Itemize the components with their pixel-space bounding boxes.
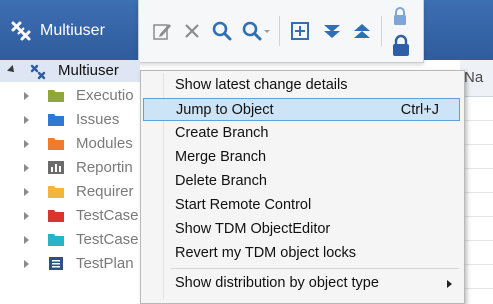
- menu-item-revert-my-tdm-object-locks[interactable]: Revert my TDM object locks: [143, 242, 460, 265]
- folder-icon: [48, 186, 64, 198]
- expand-arrow-icon[interactable]: [24, 188, 29, 196]
- tree-node-label: Reportin: [76, 159, 133, 176]
- tree-node[interactable]: Reportin: [0, 156, 140, 180]
- search-dropdown-icon[interactable]: [241, 20, 271, 42]
- tree-node[interactable]: TestPlan: [0, 252, 140, 276]
- menu-item-label: Merge Branch: [175, 149, 267, 165]
- testplan-icon: [49, 257, 63, 270]
- expand-arrow-icon[interactable]: [24, 92, 29, 100]
- tree-node-label: Issues: [76, 111, 120, 128]
- tree-node[interactable]: TestCase: [0, 204, 140, 228]
- expand-arrow-icon[interactable]: [24, 164, 29, 172]
- menu-item-shortcut: Ctrl+J: [400, 102, 439, 118]
- folder-icon: [48, 114, 64, 126]
- tree-node-label: TestCase: [76, 207, 139, 224]
- menu-item-label: Start Remote Control: [175, 197, 312, 213]
- folder-icon: [48, 210, 64, 222]
- window-title: Multiuser: [40, 22, 105, 39]
- menu-item-jump-to-object[interactable]: Jump to Object Ctrl+J: [143, 98, 460, 121]
- tree-node[interactable]: Executio: [0, 84, 140, 108]
- folder-icon: [48, 234, 64, 246]
- submenu-arrow-icon: [447, 280, 452, 288]
- menu-item-label: Show distribution by object type: [175, 275, 379, 291]
- collapse-down-icon[interactable]: [321, 20, 343, 42]
- expand-arrow-icon[interactable]: [24, 212, 29, 220]
- expand-arrow-icon[interactable]: [24, 116, 29, 124]
- tree-node-label: Modules: [76, 135, 133, 152]
- toolbar-separator: [279, 16, 280, 46]
- menu-item-show-tdm-objecteditor[interactable]: Show TDM ObjectEditor: [143, 218, 460, 241]
- menu-item-show-distribution[interactable]: Show distribution by object type: [143, 272, 460, 295]
- folder-icon: [48, 138, 64, 150]
- multiuser-logo-icon: [11, 21, 31, 41]
- multiuser-node-icon: [30, 64, 46, 80]
- tree-node[interactable]: TestCase: [0, 228, 140, 252]
- expand-arrow-icon[interactable]: [24, 260, 29, 268]
- menu-item-delete-branch[interactable]: Delete Branch: [143, 170, 460, 193]
- grid-column-header-label: Na: [464, 69, 484, 86]
- tree-node-label: TestPlan: [76, 255, 134, 272]
- toolbar-separator: [381, 16, 382, 46]
- menu-item-label: Show latest change details: [175, 77, 348, 93]
- tree-node-label: Executio: [76, 87, 134, 104]
- menu-separator: [171, 268, 459, 269]
- lock-closed-icon[interactable]: [391, 34, 411, 58]
- menu-item-label: Create Branch: [175, 125, 269, 141]
- menu-item-label: Jump to Object: [176, 102, 274, 118]
- menu-item-create-branch[interactable]: Create Branch: [143, 122, 460, 145]
- tree-node[interactable]: Modules: [0, 132, 140, 156]
- tree-root-node[interactable]: Multiuser: [0, 60, 140, 82]
- tree-root-label: Multiuser: [58, 62, 119, 79]
- report-icon: [48, 161, 64, 174]
- menu-item-merge-branch[interactable]: Merge Branch: [143, 146, 460, 169]
- toolbar: [138, 0, 424, 63]
- menu-item-label: Show TDM ObjectEditor: [175, 221, 331, 237]
- expand-up-icon[interactable]: [351, 20, 373, 42]
- folder-icon: [48, 90, 64, 102]
- expand-arrow-icon[interactable]: [24, 236, 29, 244]
- lock-icon[interactable]: [391, 6, 409, 28]
- tree-node[interactable]: Issues: [0, 108, 140, 132]
- search-icon[interactable]: [211, 20, 233, 42]
- edit-icon[interactable]: [151, 20, 173, 42]
- add-icon[interactable]: [289, 20, 311, 42]
- collapse-arrow-icon[interactable]: [7, 65, 17, 75]
- tree-node-label: TestCase: [76, 231, 139, 248]
- delete-icon[interactable]: [181, 20, 203, 42]
- menu-item-label: Delete Branch: [175, 173, 267, 189]
- menu-item-label: Revert my TDM object locks: [175, 245, 357, 261]
- menu-item-start-remote-control[interactable]: Start Remote Control: [143, 194, 460, 217]
- tree-node-label: Requirer: [76, 183, 134, 200]
- object-tree: Multiuser Executio Issues Modules Reportin R…: [0, 60, 140, 300]
- expand-arrow-icon[interactable]: [24, 140, 29, 148]
- menu-item-show-latest-change-details[interactable]: Show latest change details: [143, 74, 460, 97]
- tree-node[interactable]: Requirer: [0, 180, 140, 204]
- context-menu: Show latest change details Jump to Object…: [140, 70, 465, 304]
